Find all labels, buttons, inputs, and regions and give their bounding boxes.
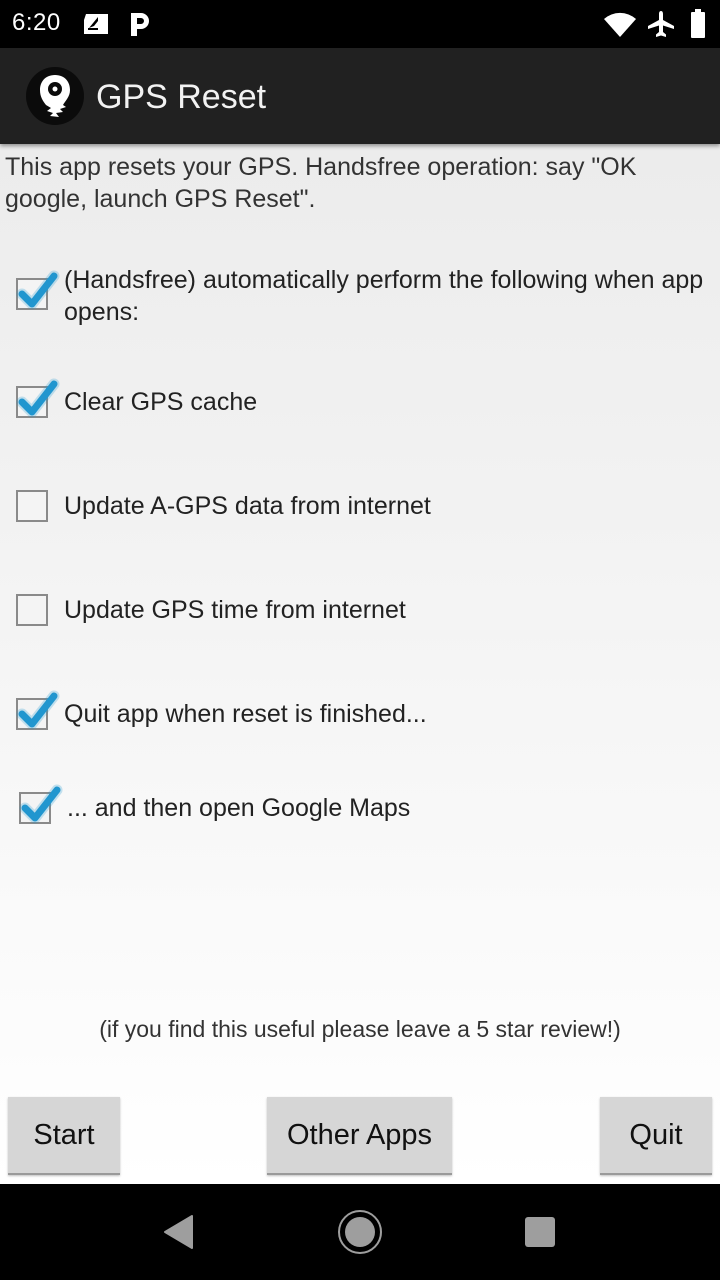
review-note: (if you find this useful please leave a … (99, 1016, 621, 1042)
checkbox-handsfree[interactable] (16, 270, 60, 310)
navigation-bar (0, 1184, 720, 1280)
option-update-gps-time[interactable]: Update GPS time from internet (0, 592, 720, 632)
recents-icon[interactable] (524, 1216, 556, 1253)
other-apps-button[interactable]: Other Apps (267, 1097, 452, 1175)
battery-icon (690, 9, 706, 44)
checkmark-icon (16, 690, 60, 730)
status-time: 6:20 (12, 9, 61, 36)
gps-reset-logo-icon (26, 67, 84, 125)
home-icon[interactable] (337, 1209, 383, 1260)
app-title: GPS Reset (96, 78, 267, 116)
back-icon[interactable] (162, 1214, 194, 1255)
option-label: Quit app when reset is finished... (64, 700, 427, 728)
option-open-google-maps[interactable]: ... and then open Google Maps (0, 784, 720, 830)
airplane-mode-icon (647, 10, 675, 43)
checkbox-clear-gps-cache[interactable] (16, 378, 60, 418)
option-label: Update GPS time from internet (64, 596, 406, 624)
start-button[interactable]: Start (8, 1097, 120, 1175)
checkmark-icon (19, 784, 63, 824)
option-label: (Handsfree) automatically perform the fo… (64, 266, 704, 326)
checkbox-open-google-maps[interactable] (19, 784, 63, 824)
wifi-icon (603, 12, 637, 43)
parking-icon (128, 11, 152, 42)
status-bar: 6:20 (0, 0, 720, 48)
option-label: ... and then open Google Maps (67, 794, 411, 822)
checkbox-update-gps-time[interactable] (16, 594, 48, 626)
option-label: Update A-GPS data from internet (64, 492, 431, 520)
app-bar: GPS Reset (0, 48, 720, 144)
main-content: This app resets your GPS. Handsfree oper… (0, 144, 720, 1184)
option-clear-gps-cache[interactable]: Clear GPS cache (0, 378, 720, 424)
intro-text: This app resets your GPS. Handsfree oper… (5, 153, 637, 213)
checkbox-quit-when-finished[interactable] (16, 690, 60, 730)
sim-card-icon (82, 12, 110, 41)
quit-button[interactable]: Quit (600, 1097, 712, 1175)
checkmark-icon (16, 270, 60, 310)
option-quit-when-finished[interactable]: Quit app when reset is finished... (0, 690, 720, 736)
option-handsfree[interactable]: (Handsfree) automatically perform the fo… (0, 264, 720, 334)
option-update-agps[interactable]: Update A-GPS data from internet (0, 488, 720, 528)
option-label: Clear GPS cache (64, 388, 258, 416)
checkmark-icon (16, 378, 60, 418)
checkbox-update-agps[interactable] (16, 490, 48, 522)
